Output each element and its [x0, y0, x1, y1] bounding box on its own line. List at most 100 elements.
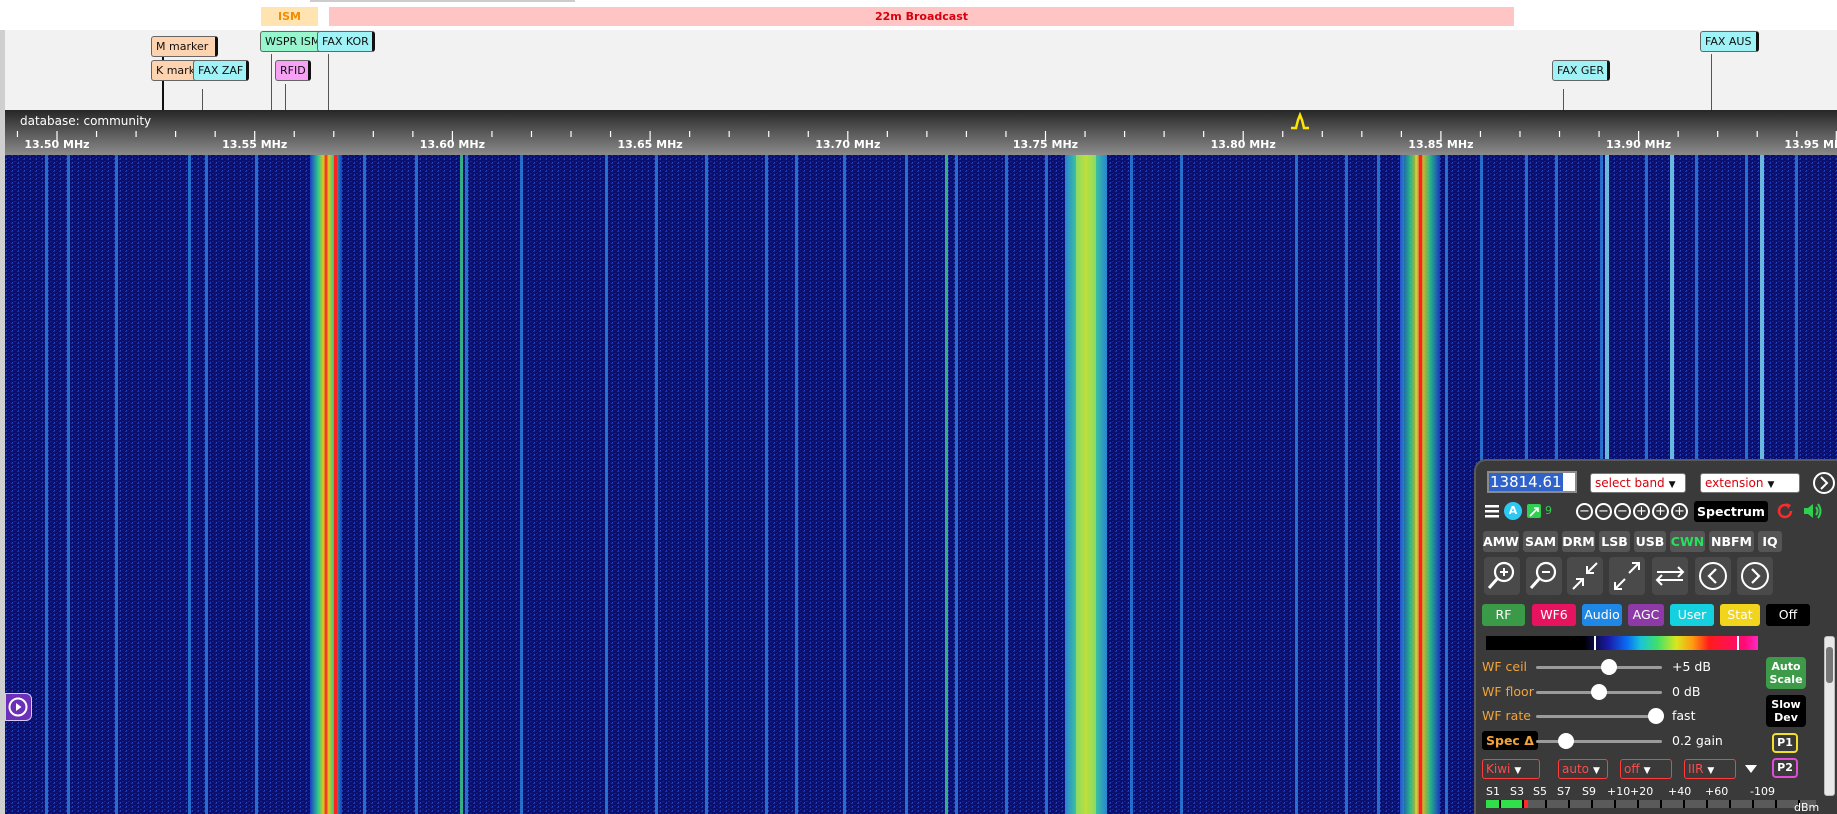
play-icon [8, 697, 28, 717]
side-panel-toggle-button[interactable] [5, 693, 32, 721]
frequency-input[interactable]: 13814.61 [1487, 471, 1577, 493]
slider-track[interactable] [1536, 666, 1662, 669]
slider-track[interactable] [1536, 740, 1662, 743]
colormap-ceil-marker[interactable] [1737, 636, 1739, 650]
auto-scale-button[interactable]: Auto Scale [1766, 657, 1806, 689]
zoom-minus-3-icon[interactable]: − [1576, 503, 1593, 520]
kiwi-dropdown[interactable]: Kiwi ▼ [1482, 759, 1540, 779]
waterfall-colormap[interactable] [1486, 636, 1758, 650]
chevron-left-icon [1699, 562, 1727, 590]
marker-fax-aus[interactable]: FAX AUS [1700, 31, 1759, 52]
extension-dropdown[interactable]: extension ▼ [1700, 473, 1800, 493]
tab-user[interactable]: User [1670, 604, 1714, 626]
carrier-trace [1377, 155, 1380, 814]
refresh-icon[interactable] [1775, 501, 1795, 521]
zoom-out-button[interactable] [1526, 557, 1562, 595]
zoom-max-out-button[interactable] [1609, 557, 1645, 595]
tick-label: 13.95 MHz [1784, 138, 1837, 151]
passband-marker-icon[interactable] [1289, 112, 1311, 130]
mode-button-nbfm[interactable]: NBFM [1709, 531, 1754, 552]
tick-label: 13.60 MHz [419, 138, 485, 151]
tab-rf[interactable]: RF [1482, 604, 1525, 626]
slider-label: WF floor [1482, 684, 1534, 699]
carrier-trace [655, 155, 658, 814]
scrollbar-thumb[interactable] [1826, 647, 1833, 683]
tab-wf6[interactable]: WF6 [1532, 604, 1576, 626]
zoom-minus-1-icon[interactable]: − [1614, 503, 1631, 520]
auto-dropdown[interactable]: auto ▼ [1558, 759, 1608, 779]
slider-knob[interactable] [1647, 708, 1664, 724]
marker-fax-zaf[interactable]: FAX ZAF [193, 60, 249, 81]
spectrum-button[interactable]: Spectrum [1694, 501, 1768, 522]
frequency-scale[interactable]: database: community 13.50 MHz 13.55 MHz 13… [0, 110, 1837, 155]
control-panel: 13814.61 select band ▼ extension ▼ A 9 − − −… [1474, 459, 1837, 814]
tab-audio[interactable]: Audio [1582, 604, 1622, 626]
marker-fax-ger[interactable]: FAX GER [1552, 60, 1610, 81]
page-left-button[interactable] [1695, 557, 1731, 595]
expand-icon [1614, 562, 1640, 590]
smeter [1486, 800, 1816, 808]
play-button[interactable] [1813, 472, 1835, 494]
smeter-label: S1 [1486, 785, 1500, 798]
panel-scrollbar[interactable] [1824, 636, 1835, 796]
mode-button-amw[interactable]: AMW [1483, 531, 1519, 552]
volume-icon[interactable] [1802, 501, 1824, 521]
mode-button-cwn[interactable]: CWN [1670, 531, 1705, 552]
marker-stem [1711, 54, 1712, 110]
zoom-plus-2-icon[interactable]: + [1652, 503, 1669, 520]
slider-knob[interactable] [1601, 659, 1618, 675]
marker-m[interactable]: M marker [151, 36, 218, 57]
band-22m-broadcast[interactable]: 22m Broadcast [329, 7, 1514, 26]
mode-button-iq[interactable]: IQ [1758, 531, 1782, 552]
marker-stem [285, 84, 286, 110]
slider-track[interactable] [1536, 715, 1662, 718]
zoom-in-button[interactable] [1484, 557, 1520, 595]
carrier-trace [460, 155, 463, 814]
marker-fax-kor[interactable]: FAX KOR [317, 31, 375, 52]
carrier-trace [1295, 155, 1298, 814]
preset-p1-button[interactable]: P1 [1772, 733, 1798, 753]
marker-stem [1563, 89, 1564, 110]
triangle-down-icon[interactable] [1744, 763, 1758, 775]
marker-wspr-ism[interactable]: WSPR ISM [260, 31, 325, 52]
off-dropdown[interactable]: off ▼ [1620, 759, 1672, 779]
tab-off[interactable]: Off [1766, 604, 1810, 626]
zoom-max-in-button[interactable] [1567, 557, 1603, 595]
mode-button-lsb[interactable]: LSB [1599, 531, 1630, 552]
tick-label: 13.80 MHz [1210, 138, 1276, 151]
mode-button-drm[interactable]: DRM [1562, 531, 1595, 552]
tick-label: 13.65 MHz [617, 138, 683, 151]
smeter-label: S5 [1533, 785, 1547, 798]
marker-rfid[interactable]: RFID [275, 60, 311, 81]
carrier-trace [188, 155, 191, 814]
smeter-label: +40 [1668, 785, 1692, 798]
tab-agc[interactable]: AGC [1628, 604, 1664, 626]
slider-knob[interactable] [1558, 733, 1575, 749]
zoom-plus-3-icon[interactable]: + [1671, 503, 1688, 520]
slider-value: fast [1672, 708, 1696, 723]
auto-mode-icon[interactable]: A [1504, 502, 1522, 520]
slow-dev-button[interactable]: Slow Dev [1766, 695, 1806, 727]
smeter-unit: dBm [1794, 801, 1820, 814]
slider-knob[interactable] [1591, 684, 1607, 700]
top-divider [310, 0, 575, 2]
preset-p2-button[interactable]: P2 [1772, 758, 1798, 778]
mode-button-usb[interactable]: USB [1634, 531, 1666, 552]
mute-status-icon[interactable] [1527, 504, 1541, 518]
tab-stat[interactable]: Stat [1720, 604, 1760, 626]
page-right-button[interactable] [1737, 557, 1773, 595]
iir-dropdown[interactable]: IIR ▼ [1684, 759, 1736, 779]
select-band-dropdown[interactable]: select band ▼ [1590, 473, 1686, 493]
zoom-plus-1-icon[interactable]: + [1633, 503, 1650, 520]
tick-label: 13.85 MHz [1408, 138, 1474, 151]
zoom-band-button[interactable] [1652, 557, 1688, 595]
slider-label: WF rate [1482, 708, 1531, 723]
band-ism[interactable]: ISM [261, 7, 318, 26]
carrier-trace [955, 155, 958, 814]
carrier-trace [1445, 155, 1448, 814]
smeter-label: -109 [1750, 785, 1775, 798]
zoom-minus-2-icon[interactable]: − [1595, 503, 1612, 520]
colormap-floor-marker[interactable] [1594, 636, 1596, 650]
mode-button-sam[interactable]: SAM [1523, 531, 1558, 552]
menu-icon[interactable] [1484, 503, 1500, 519]
